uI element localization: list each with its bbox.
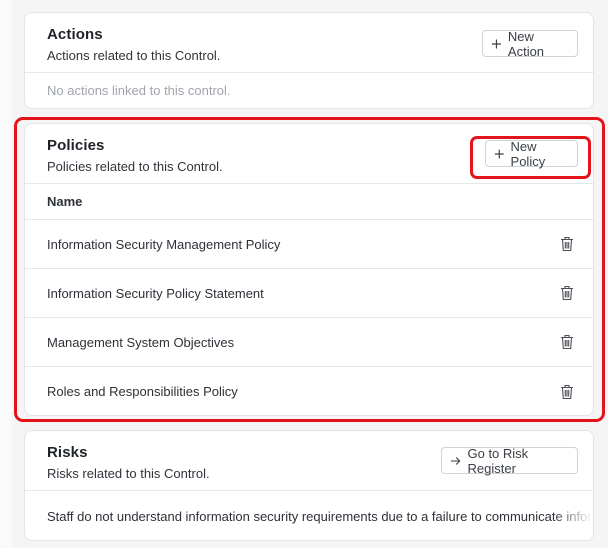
left-gutter [0,0,12,548]
policy-name[interactable]: Information Security Policy Statement [47,286,264,301]
new-policy-label: New Policy [510,138,546,169]
actions-card: Actions Actions related to this Control.… [24,12,594,109]
trash-icon[interactable] [560,285,574,301]
actions-header: Actions Actions related to this Control.… [25,13,593,73]
table-row[interactable]: Roles and Responsibilities Policy [25,367,593,415]
arrow-right-icon [450,456,461,465]
text-fade [553,491,593,540]
trash-icon[interactable] [560,236,574,252]
policies-card: Policies Policies related to this Contro… [24,123,594,416]
policy-name[interactable]: Management System Objectives [47,335,234,350]
policies-table-body: Information Security Management Policy In… [25,220,593,415]
go-to-risk-register-button[interactable]: Go to Risk Register [441,445,578,476]
trash-icon[interactable] [560,334,574,350]
risks-list: Staff do not understand information secu… [25,491,593,540]
policy-name[interactable]: Roles and Responsibilities Policy [47,384,238,399]
plus-icon [494,149,504,158]
table-row[interactable]: Information Security Policy Statement [25,269,593,318]
actions-empty-state: No actions linked to this control. [47,83,231,98]
risks-header: Risks Risks related to this Control. Go … [25,431,593,491]
plus-icon [491,38,501,49]
policies-header: Policies Policies related to this Contro… [25,124,593,184]
go-to-risk-register-label: Go to Risk Register [467,445,529,476]
risks-card: Risks Risks related to this Control. Go … [24,430,594,541]
trash-icon[interactable] [560,384,574,400]
list-item[interactable]: Staff do not understand information secu… [25,491,593,540]
new-action-label: New Action [507,28,545,59]
table-row[interactable]: Information Security Management Policy [25,220,593,269]
new-action-button[interactable]: New Action [482,28,578,59]
policy-name[interactable]: Information Security Management Policy [47,237,280,252]
new-policy-button[interactable]: New Policy [485,138,578,169]
table-row[interactable]: Management System Objectives [25,318,593,367]
policies-column-header-name[interactable]: Name [25,184,593,220]
risk-text: Staff do not understand information secu… [47,509,593,524]
